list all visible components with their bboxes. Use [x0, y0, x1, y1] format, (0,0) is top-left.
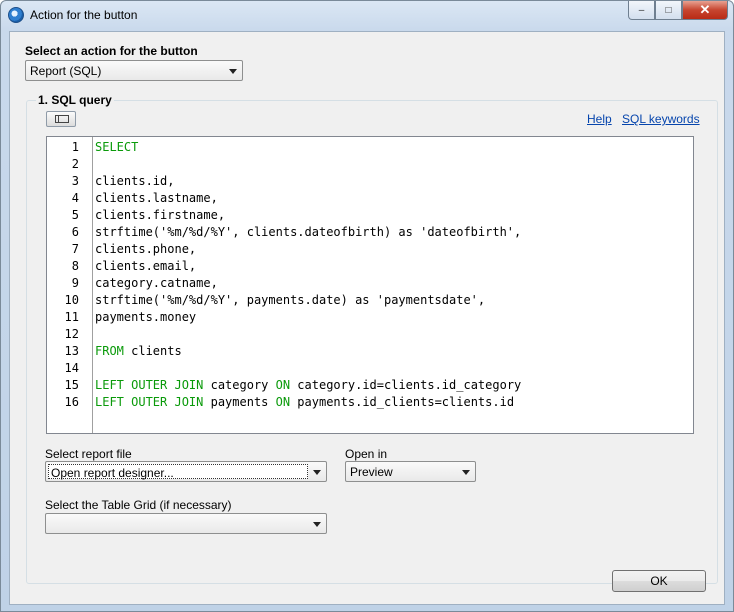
code-text: LEFT OUTER JOIN payments ON payments.id_…: [95, 394, 514, 411]
sql-keyword: ON: [275, 395, 291, 409]
code-line: 14: [47, 360, 693, 377]
action-select-value: Report (SQL): [30, 64, 102, 78]
minimize-button[interactable]: –: [628, 1, 655, 20]
sql-token: clients.email,: [95, 259, 197, 273]
code-text: clients.firstname,: [95, 207, 225, 224]
code-line: 15 LEFT OUTER JOIN category ON category.i…: [47, 377, 693, 394]
sql-keyword: FROM: [95, 344, 124, 358]
code-line: 16 LEFT OUTER JOIN payments ON payments.i…: [47, 394, 693, 411]
action-select[interactable]: Report (SQL): [25, 60, 243, 81]
sql-keyword: SELECT: [95, 140, 139, 154]
line-number: 2: [71, 157, 79, 171]
line-number: 13: [64, 344, 79, 358]
code-text: FROM clients: [95, 343, 182, 360]
panel-icon: [55, 115, 69, 123]
chevron-down-icon: [313, 470, 321, 475]
code-line: 4 clients.lastname,: [47, 190, 693, 207]
code-text: clients.phone,: [95, 241, 196, 258]
line-number: 7: [71, 242, 79, 256]
action-label: Select an action for the button: [25, 44, 198, 58]
code-text: strftime('%m/%d/%Y', payments.date) as '…: [95, 292, 485, 309]
line-number: 5: [71, 208, 79, 222]
help-link[interactable]: Help: [587, 112, 612, 126]
code-lines: 1 SELECT 2 3 clients.id, 4 clients.lastname, 5 c…: [47, 139, 693, 411]
table-grid-label: Select the Table Grid (if necessary): [45, 498, 232, 512]
line-number: 11: [64, 310, 79, 324]
sql-token: strftime('%m/%d/%Y', payments.date) as '…: [95, 293, 486, 307]
sql-keyword: LEFT OUTER JOIN: [95, 395, 204, 409]
code-line: 13 FROM clients: [47, 343, 693, 360]
app-icon: [8, 7, 24, 23]
code-line: 12: [47, 326, 693, 343]
maximize-button[interactable]: □: [655, 1, 682, 20]
sql-token: clients.phone,: [95, 242, 197, 256]
line-number: 15: [64, 378, 79, 392]
open-in-label: Open in: [345, 447, 388, 461]
code-text: payments.money: [95, 309, 196, 326]
line-number: 10: [64, 293, 79, 307]
code-text: SELECT: [95, 139, 138, 156]
line-number: 6: [71, 225, 79, 239]
window-title: Action for the button: [30, 8, 138, 22]
code-line: 10 strftime('%m/%d/%Y', payments.date) as…: [47, 292, 693, 309]
sql-token: clients.firstname,: [95, 208, 226, 222]
line-number: 16: [64, 395, 79, 409]
line-number: 1: [71, 140, 79, 154]
code-line: 8 clients.email,: [47, 258, 693, 275]
line-number: 4: [71, 191, 79, 205]
sql-token: clients.lastname,: [95, 191, 218, 205]
dialog-window: Action for the button – □ ✕ Select an ac…: [0, 0, 734, 612]
line-number: 9: [71, 276, 79, 290]
code-text: LEFT OUTER JOIN category ON category.id=…: [95, 377, 521, 394]
open-in-select-value: Preview: [350, 465, 393, 479]
sql-token: clients.id,: [95, 174, 175, 188]
title-bar[interactable]: Action for the button – □ ✕: [1, 1, 733, 29]
code-line: 1 SELECT: [47, 139, 693, 156]
report-file-select-value: Open report designer...: [48, 464, 308, 480]
code-text: strftime('%m/%d/%Y', clients.dateofbirth…: [95, 224, 521, 241]
code-line: 9 category.catname,: [47, 275, 693, 292]
sql-editor[interactable]: 1 SELECT 2 3 clients.id, 4 clients.lastname, 5 c…: [46, 136, 694, 434]
report-file-select[interactable]: Open report designer...: [45, 461, 327, 482]
sql-query-group-title: 1. SQL query: [36, 93, 114, 107]
sql-token: category.id=clients.id_category: [290, 378, 522, 392]
code-text: clients.email,: [95, 258, 196, 275]
sql-token: payments.money: [95, 310, 197, 324]
chevron-down-icon: [462, 470, 470, 475]
sql-keywords-link[interactable]: SQL keywords: [622, 112, 700, 126]
sql-keyword: LEFT OUTER JOIN: [95, 378, 204, 392]
line-number: 14: [64, 361, 79, 375]
sql-token: clients: [123, 344, 182, 358]
report-file-label: Select report file: [45, 447, 132, 461]
sql-keyword: ON: [275, 378, 291, 392]
close-button[interactable]: ✕: [682, 1, 728, 20]
sql-token: category: [203, 378, 276, 392]
code-line: 6 strftime('%m/%d/%Y', clients.dateofbirt…: [47, 224, 693, 241]
line-number: 8: [71, 259, 79, 273]
open-in-select[interactable]: Preview: [345, 461, 476, 482]
code-line: 2: [47, 156, 693, 173]
code-text: category.catname,: [95, 275, 218, 292]
dialog-body: Select an action for the button Report (…: [9, 31, 725, 605]
window-controls: – □ ✕: [628, 1, 728, 21]
code-text: clients.lastname,: [95, 190, 218, 207]
code-line: 3 clients.id,: [47, 173, 693, 190]
sql-token: strftime('%m/%d/%Y', clients.dateofbirth…: [95, 225, 522, 239]
line-number: 3: [71, 174, 79, 188]
chevron-down-icon: [229, 69, 237, 74]
code-line: 7 clients.phone,: [47, 241, 693, 258]
line-number: 12: [64, 327, 79, 341]
code-line: 5 clients.firstname,: [47, 207, 693, 224]
sql-token: payments: [203, 395, 276, 409]
ok-button[interactable]: OK: [612, 570, 706, 592]
sql-token: category.catname,: [95, 276, 218, 290]
sql-token: payments.id_clients=clients.id: [290, 395, 515, 409]
table-grid-select[interactable]: [45, 513, 327, 534]
code-text: clients.id,: [95, 173, 174, 190]
editor-tool-button[interactable]: [46, 111, 76, 127]
code-line: 11 payments.money: [47, 309, 693, 326]
chevron-down-icon: [313, 522, 321, 527]
